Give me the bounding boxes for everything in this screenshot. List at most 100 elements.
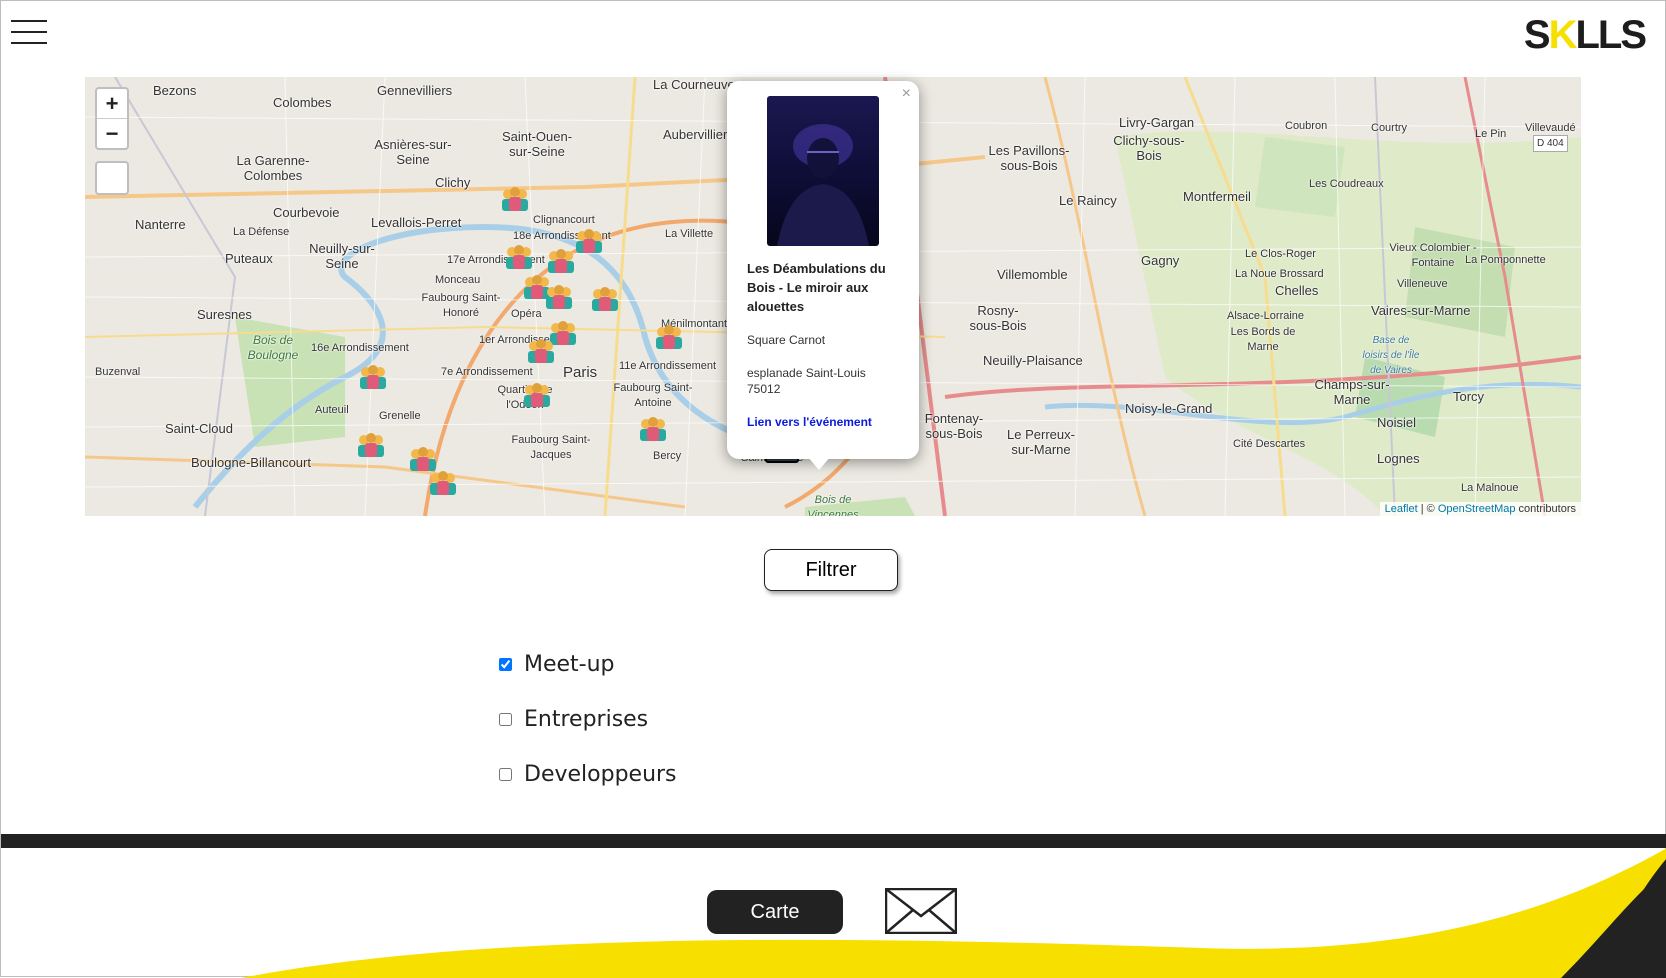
event-link[interactable]: Lien vers l'événement xyxy=(747,415,872,429)
map-label: Bois de Boulogne xyxy=(247,333,299,362)
meetup-group-icon[interactable] xyxy=(637,415,669,441)
map-label: Vaires-sur-Marne xyxy=(1371,303,1471,318)
map-label: Grenelle xyxy=(379,410,421,422)
map-label: Courtry xyxy=(1371,122,1408,134)
event-popup: × Les Déambulations du Bois - Le miroir … xyxy=(727,81,919,459)
envelope-icon[interactable] xyxy=(884,887,958,935)
map-label: Villevaudé xyxy=(1525,122,1576,134)
map-label: Les Coudreaux xyxy=(1309,178,1384,190)
map-label: Saint-Cloud xyxy=(165,421,233,436)
meetup-group-icon[interactable] xyxy=(545,247,577,273)
filter-option-developpeurs: Developpeurs xyxy=(499,747,677,802)
map-label: Villemomble xyxy=(997,267,1068,282)
map-label: Montfermeil xyxy=(1183,189,1251,204)
filter-option-entreprises: Entreprises xyxy=(499,692,677,747)
map-label: La Malnoue xyxy=(1461,482,1519,494)
map-label: Bois de Vincennes xyxy=(807,494,859,516)
map-label: Alsace-Lorraine xyxy=(1227,310,1305,322)
map-label: La Villette xyxy=(665,228,714,240)
map-label: Faubourg Saint-Jacques xyxy=(511,434,591,461)
map-label: La Garenne-Colombes xyxy=(236,153,310,183)
map-label: Saint-Ouen-sur-Seine xyxy=(501,129,573,159)
map-label: Boulogne-Billancourt xyxy=(191,455,311,470)
footer-bar xyxy=(1,834,1666,848)
meetup-checkbox[interactable] xyxy=(499,658,512,671)
map-label: La Défense xyxy=(233,226,290,238)
map-label: Gennevilliers xyxy=(377,83,453,98)
meetup-group-icon[interactable] xyxy=(573,227,605,253)
map-label: La Courneuve xyxy=(653,77,735,92)
meetup-group-icon[interactable] xyxy=(355,431,387,457)
hamburger-menu-icon[interactable] xyxy=(11,19,47,45)
map-label: Levallois-Perret xyxy=(371,215,462,230)
map-label: Courbevoie xyxy=(273,205,340,220)
map-label: Faubourg Saint-Antoine xyxy=(613,382,693,409)
meetup-group-icon[interactable] xyxy=(499,185,531,211)
event-place: Square Carnot xyxy=(747,333,826,347)
map-label: Le Clos-Roger xyxy=(1245,248,1316,260)
osm-link[interactable]: OpenStreetMap xyxy=(1438,503,1516,515)
zoom-control: + − xyxy=(95,87,129,150)
meetup-group-icon[interactable] xyxy=(521,381,553,407)
map-label: 7e Arrondissement xyxy=(441,366,533,378)
map-label: Chelles xyxy=(1275,283,1319,298)
map-label: Le Pin xyxy=(1475,128,1507,140)
map-label: Le Raincy xyxy=(1059,193,1117,208)
map-label: Buzenval xyxy=(95,366,141,378)
carte-button[interactable]: Carte xyxy=(707,890,843,934)
map-label: Rosny-sous-Bois xyxy=(969,303,1027,333)
map-label: Asnières-sur-Seine xyxy=(374,137,452,167)
map-label: 11e Arrondissement xyxy=(619,360,717,372)
map-label: Les Bords de Marne xyxy=(1230,326,1296,353)
map-label: Bercy xyxy=(653,450,682,462)
map-label: Colombes xyxy=(273,95,332,110)
meetup-group-icon[interactable] xyxy=(503,243,535,269)
map-label: Bezons xyxy=(153,83,197,98)
meetup-group-icon[interactable] xyxy=(543,283,575,309)
zoom-out-button[interactable]: − xyxy=(97,119,127,148)
meetup-group-icon[interactable] xyxy=(427,469,459,495)
map-label: Clichy-sous-Bois xyxy=(1113,133,1185,163)
event-image xyxy=(767,96,879,246)
map-label: Noisiel xyxy=(1377,415,1417,430)
map-label: Champs-sur-Marne xyxy=(1314,377,1390,407)
meetup-group-icon[interactable] xyxy=(357,363,389,389)
map-label: Neuilly-sur-Seine xyxy=(309,241,375,271)
map-label: Gagny xyxy=(1141,253,1180,268)
popup-tip xyxy=(807,456,831,470)
entreprises-label[interactable]: Entreprises xyxy=(524,707,648,732)
meetup-group-icon[interactable] xyxy=(589,285,621,311)
map-label: Paris xyxy=(563,364,598,381)
entreprises-checkbox[interactable] xyxy=(499,713,512,726)
map-label: 16e Arrondissement xyxy=(311,342,409,354)
map-label: Auteuil xyxy=(315,404,349,416)
map-label: Nanterre xyxy=(135,217,186,232)
map-label: Livry-Gargan xyxy=(1119,115,1195,130)
map-label: Villeneuve xyxy=(1397,278,1448,290)
meetup-label[interactable]: Meet-up xyxy=(524,652,615,677)
map-label: Clignancourt xyxy=(533,214,595,226)
leaflet-link[interactable]: Leaflet xyxy=(1385,503,1418,515)
map-label: Base de loisirs de l'Île de Vaires xyxy=(1362,335,1420,376)
attribution-separator: | © xyxy=(1417,503,1438,515)
map-label: Suresnes xyxy=(197,307,252,322)
map-label: Noisy-le-Grand xyxy=(1125,401,1213,416)
close-icon[interactable]: × xyxy=(902,85,911,103)
meetup-group-icon[interactable] xyxy=(653,323,685,349)
map-label: Torcy xyxy=(1453,389,1485,404)
map-label: Cité Descartes xyxy=(1233,438,1306,450)
footer: Carte xyxy=(1,848,1666,978)
meetup-group-icon[interactable] xyxy=(407,445,439,471)
meetup-group-icon[interactable] xyxy=(525,337,557,363)
event-address: esplanade Saint-Louis 75012 xyxy=(747,366,866,396)
map-label: Coubron xyxy=(1285,120,1328,132)
map-label: Fontenay-sous-Bois xyxy=(924,411,984,441)
filter-button[interactable]: Filtrer xyxy=(764,549,898,591)
map-label: Clichy xyxy=(435,175,471,190)
developpeurs-checkbox[interactable] xyxy=(499,768,512,781)
map-label: Faubourg Saint-Honoré xyxy=(421,292,501,319)
map-label: La Pomponnette xyxy=(1465,254,1546,266)
zoom-in-button[interactable]: + xyxy=(97,89,127,119)
developpeurs-label[interactable]: Developpeurs xyxy=(524,762,677,787)
layers-icon[interactable] xyxy=(95,161,129,195)
